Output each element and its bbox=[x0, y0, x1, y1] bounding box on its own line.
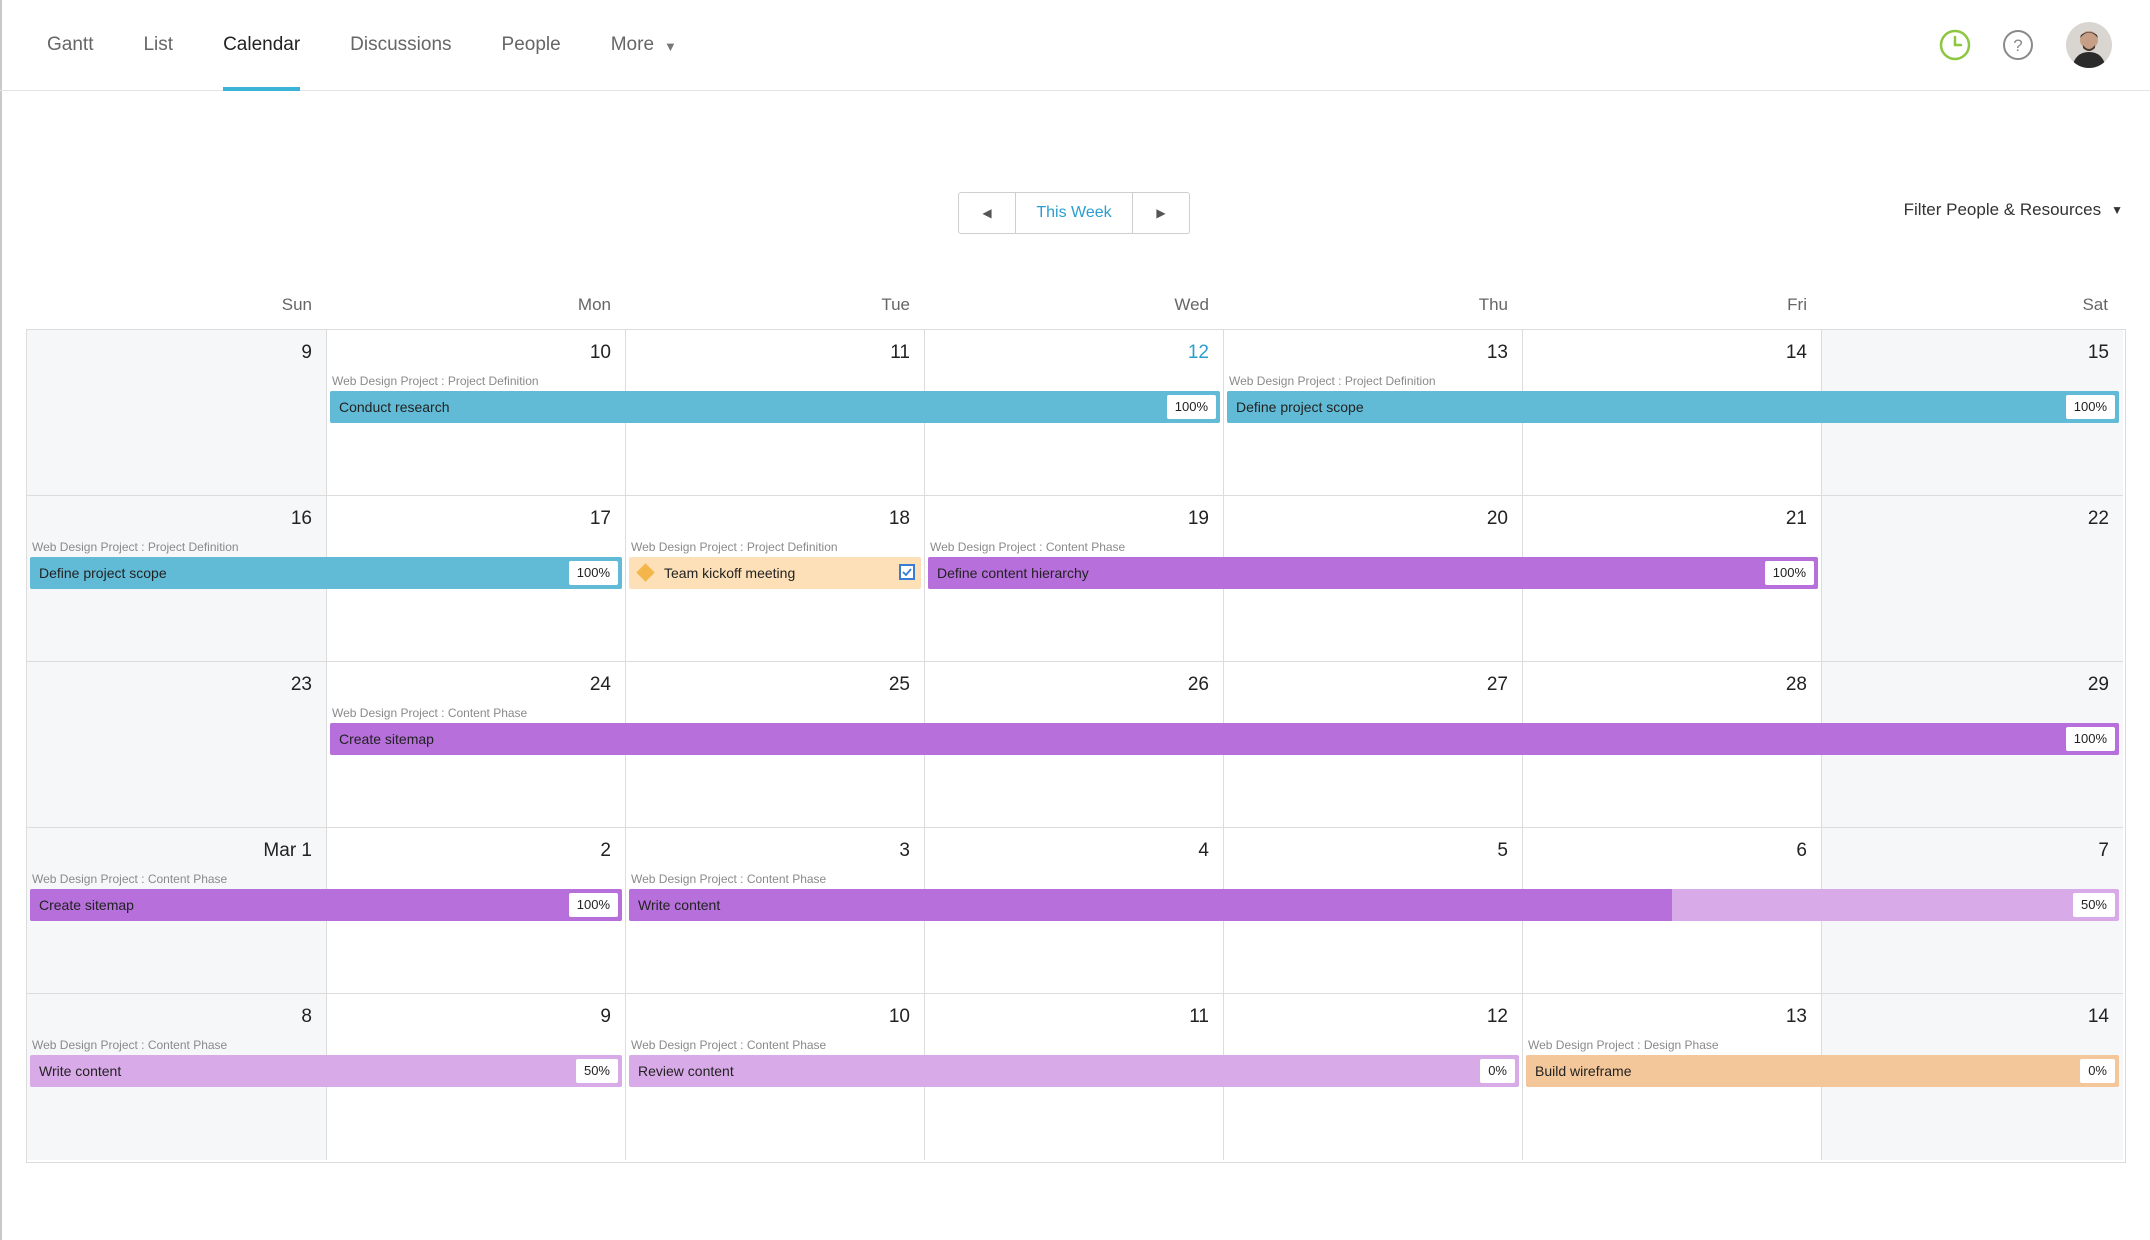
tab-label: Discussions bbox=[350, 34, 452, 55]
task-bar[interactable]: Conduct research 100% bbox=[330, 391, 1220, 423]
task-progress-fill bbox=[330, 723, 2119, 755]
filter-label: Filter People & Resources bbox=[1903, 200, 2102, 219]
top-navigation-bar: Gantt List Calendar Discussions People More ▼ … bbox=[0, 0, 2150, 91]
task-project-label: Web Design Project : Content Phase bbox=[631, 1038, 827, 1052]
prev-arrow-icon[interactable]: ◀ bbox=[959, 193, 1015, 233]
tab-list[interactable]: List bbox=[126, 0, 190, 90]
task-name: Create sitemap bbox=[39, 897, 134, 913]
help-icon[interactable]: ? bbox=[1994, 21, 2042, 69]
tab-gantt[interactable]: Gantt bbox=[30, 0, 110, 90]
next-arrow-icon[interactable]: ▶ bbox=[1133, 193, 1189, 233]
task-percent-badge: 100% bbox=[2065, 395, 2115, 419]
tab-label: List bbox=[143, 34, 174, 55]
task-name: Write content bbox=[39, 1063, 122, 1079]
task-bar[interactable]: Review content 0% bbox=[629, 1055, 1519, 1087]
task-bar[interactable]: Create sitemap 100% bbox=[30, 889, 622, 921]
day-of-week-headers: Sun Mon Tue Wed Thu Fri Sat bbox=[26, 295, 2126, 319]
task-percent-badge: 0% bbox=[2080, 1059, 2115, 1083]
tab-label: People bbox=[501, 34, 561, 55]
task-project-label: Web Design Project : Content Phase bbox=[930, 540, 1126, 554]
caret-down-icon: ▼ bbox=[664, 38, 677, 54]
task-name: Write content bbox=[638, 897, 721, 913]
task-bar[interactable]: Define content hierarchy 100% bbox=[928, 557, 1818, 589]
task-bar[interactable]: Define project scope 100% bbox=[1227, 391, 2119, 423]
task-progress-fill bbox=[330, 391, 1220, 423]
task-bar[interactable]: Create sitemap 100% bbox=[330, 723, 2119, 755]
task-bar[interactable]: Build wireframe 0% bbox=[1526, 1055, 2119, 1087]
task-project-label: Web Design Project : Design Phase bbox=[1528, 1038, 1719, 1052]
task-project-label: Web Design Project : Project Definition bbox=[32, 540, 239, 554]
task-name: Build wireframe bbox=[1535, 1063, 1632, 1079]
task-percent-badge: 50% bbox=[2072, 893, 2115, 917]
day-header-thu: Thu bbox=[1478, 295, 1508, 314]
window-left-edge bbox=[0, 0, 2, 1240]
task-bar[interactable]: Write content 50% bbox=[629, 889, 2119, 921]
day-header-mon: Mon bbox=[577, 295, 611, 314]
tab-people[interactable]: People bbox=[485, 0, 578, 90]
task-percent-badge: 100% bbox=[2065, 727, 2115, 751]
tab-label: Gantt bbox=[47, 34, 94, 55]
filter-people-dropdown[interactable]: Filter People & Resources ▼ bbox=[1904, 200, 2123, 220]
task-percent-badge: 100% bbox=[1764, 561, 1814, 585]
tab-more[interactable]: More ▼ bbox=[594, 0, 694, 90]
day-header-sat: Sat bbox=[2082, 295, 2108, 314]
task-name: Conduct research bbox=[339, 399, 450, 415]
tab-label: More bbox=[610, 34, 655, 55]
clock-icon[interactable] bbox=[1931, 21, 1979, 69]
task-percent-badge: 0% bbox=[1480, 1059, 1515, 1083]
task-project-label: Web Design Project : Project Definition bbox=[1229, 374, 1436, 388]
top-right-icons: ? bbox=[1916, 21, 2112, 69]
task-percent-badge: 50% bbox=[575, 1059, 618, 1083]
task-name: Team kickoff meeting bbox=[664, 565, 796, 581]
task-project-label: Web Design Project : Content Phase bbox=[32, 872, 228, 886]
task-name: Create sitemap bbox=[339, 731, 434, 747]
user-avatar[interactable] bbox=[2066, 22, 2112, 68]
this-week-button[interactable]: This Week bbox=[1015, 193, 1133, 233]
task-progress-fill bbox=[629, 889, 1672, 921]
tab-discussions[interactable]: Discussions bbox=[333, 0, 468, 90]
task-name: Define content hierarchy bbox=[937, 565, 1089, 581]
task-name: Define project scope bbox=[39, 565, 167, 581]
task-project-label: Web Design Project : Project Definition bbox=[631, 540, 838, 554]
milestone-checkbox[interactable] bbox=[899, 564, 915, 580]
task-percent-badge: 100% bbox=[1166, 395, 1216, 419]
day-header-sun: Sun bbox=[281, 295, 312, 314]
week-navigator: ◀ This Week ▶ bbox=[958, 192, 1190, 234]
view-tabs: Gantt List Calendar Discussions People More ▼ bbox=[30, 0, 710, 91]
milestone-bar[interactable]: Team kickoff meeting bbox=[629, 557, 921, 589]
task-project-label: Web Design Project : Content Phase bbox=[332, 706, 528, 720]
task-project-label: Web Design Project : Content Phase bbox=[32, 1038, 228, 1052]
task-name: Define project scope bbox=[1236, 399, 1364, 415]
task-project-label: Web Design Project : Project Definition bbox=[332, 374, 539, 388]
day-header-fri: Fri bbox=[1787, 295, 1807, 314]
task-bar[interactable]: Define project scope 100% bbox=[30, 557, 622, 589]
task-bar[interactable]: Write content 50% bbox=[30, 1055, 622, 1087]
task-percent-badge: 100% bbox=[568, 893, 618, 917]
svg-text:?: ? bbox=[2013, 36, 2022, 55]
tab-label: Calendar bbox=[223, 34, 301, 55]
day-header-wed: Wed bbox=[1174, 295, 1209, 314]
tab-calendar[interactable]: Calendar bbox=[206, 0, 317, 91]
caret-down-icon: ▼ bbox=[2111, 203, 2123, 217]
milestone-diamond-icon bbox=[636, 563, 655, 582]
task-name: Review content bbox=[638, 1063, 734, 1079]
task-percent-badge: 100% bbox=[568, 561, 618, 585]
task-project-label: Web Design Project : Content Phase bbox=[631, 872, 827, 886]
task-bars-layer: Web Design Project : Project Definition C… bbox=[26, 329, 2126, 1163]
day-header-tue: Tue bbox=[881, 295, 910, 314]
